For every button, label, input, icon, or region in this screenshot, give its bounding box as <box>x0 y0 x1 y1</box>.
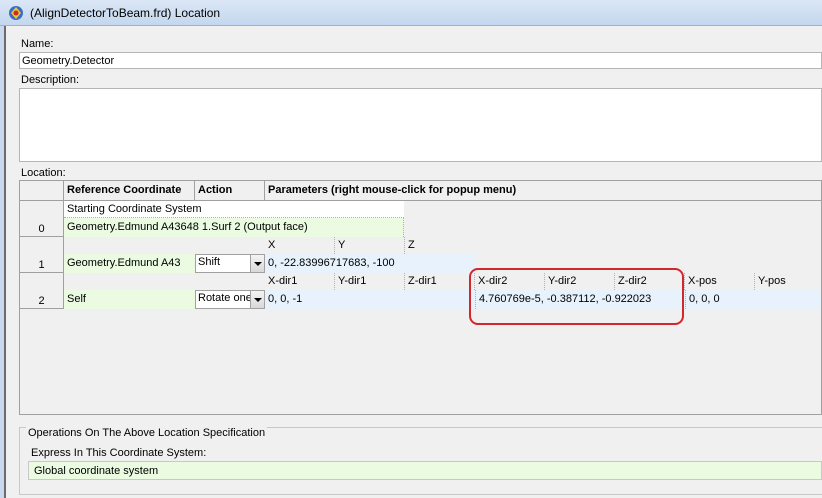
location-grid[interactable]: Reference Coordinate Action Parameters (… <box>19 180 822 415</box>
row-1-params-cell[interactable]: 0, -22.83996717683, -100 <box>265 254 475 273</box>
app-icon <box>9 6 23 20</box>
param-header-x: X <box>265 237 335 254</box>
row-2-action-value: Rotate one <box>198 292 252 304</box>
row-2-pos-params[interactable]: 0, 0, 0 <box>685 290 821 309</box>
row-0-empty-params <box>404 201 821 237</box>
row-header-1[interactable]: 1 <box>20 237 64 273</box>
operations-title: Operations On The Above Location Specifi… <box>26 427 268 439</box>
param-header-y-pos: Y-pos <box>758 275 786 287</box>
row-1-action-value: Shift <box>198 256 221 268</box>
window-title: (AlignDetectorToBeam.frd) Location <box>30 6 221 20</box>
starting-coordinate-system-text: Starting Coordinate System <box>64 201 404 218</box>
column-header-action[interactable]: Action <box>195 181 265 201</box>
row-1-ref-spacer <box>64 237 195 254</box>
name-field[interactable]: Geometry.Detector <box>19 52 822 69</box>
combo-dropdown-icon[interactable] <box>250 291 264 308</box>
combo-dropdown-icon[interactable] <box>250 255 264 272</box>
column-header-reference[interactable]: Reference Coordinate <box>64 181 195 201</box>
row-2-action-combo[interactable]: Rotate one <box>195 290 265 309</box>
row-header-0[interactable]: 0 <box>20 201 64 237</box>
title-bar: (AlignDetectorToBeam.frd) Location <box>0 0 822 26</box>
name-label: Name: <box>21 38 54 50</box>
param-header-x-dir1: X-dir1 <box>265 273 335 290</box>
row-number: 2 <box>38 295 45 307</box>
location-label: Location: <box>21 167 66 179</box>
description-label: Description: <box>21 74 80 86</box>
row-number: 1 <box>38 259 45 271</box>
row-1-reference-cell[interactable]: Geometry.Edmund A43 <box>64 254 195 273</box>
row-0-reference-cell[interactable]: Geometry.Edmund A43648 1.Surf 2 (Output … <box>64 218 404 237</box>
row-number: 0 <box>38 223 45 235</box>
param-header-z-dir1: Z-dir1 <box>405 273 475 290</box>
param-header-y: Y <box>335 237 405 254</box>
param-header-z: Z <box>408 239 415 251</box>
param-header-y-dir1: Y-dir1 <box>335 273 405 290</box>
description-field[interactable] <box>19 88 822 162</box>
row-header-2[interactable]: 2 <box>20 273 64 309</box>
window-frame-edge <box>4 26 6 498</box>
row-2-ref-spacer <box>64 273 195 290</box>
column-header-parameters[interactable]: Parameters (right mouse-click for popup … <box>265 181 821 201</box>
grid-corner <box>20 181 64 201</box>
param-header-x-pos: X-pos <box>685 273 755 290</box>
express-coordinate-field[interactable]: Global coordinate system <box>28 461 822 480</box>
row-2-reference-cell[interactable]: Self <box>64 290 195 309</box>
row-2-dir1-params[interactable]: 0, 0, -1 <box>265 290 475 309</box>
row-1-action-combo[interactable]: Shift <box>195 254 265 273</box>
express-label: Express In This Coordinate System: <box>31 447 207 459</box>
highlight-annotation <box>469 268 684 325</box>
